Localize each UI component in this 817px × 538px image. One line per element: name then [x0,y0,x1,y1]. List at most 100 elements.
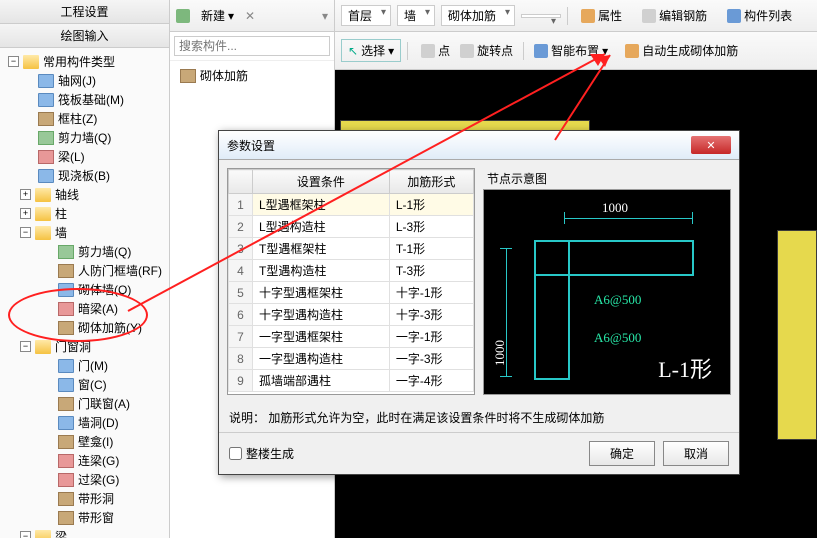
tree-item[interactable]: 剪力墙(Q) [0,128,169,147]
ok-button[interactable]: 确定 [589,441,655,466]
tree-item[interactable]: 连梁(G) [0,451,169,470]
panel-tab-project-settings[interactable]: 工程设置 [0,0,169,24]
btn-label: 编辑钢筋 [659,7,707,24]
tree-item[interactable]: 门联窗(A) [0,394,169,413]
tree-item[interactable]: 墙洞(D) [0,413,169,432]
cell-form[interactable]: 一字-4形 [389,370,473,392]
blank-dropdown[interactable] [521,14,561,18]
cell-form[interactable]: L-1形 [389,194,473,216]
collapse-icon[interactable]: − [8,56,19,67]
tree-item-masonry-rebar[interactable]: 砌体加筋(Y) [0,318,169,337]
cell-condition[interactable]: 一字型遇框架柱 [253,326,390,348]
table-row[interactable]: 2 L型遇构造柱 L-3形 [229,216,474,238]
tree-item[interactable]: 人防门框墙(RF) [0,261,169,280]
folder-icon [35,207,51,221]
edit-rebar-button[interactable]: 编辑钢筋 [635,4,714,27]
tree-label: 轴线 [55,186,79,203]
smart-layout-button[interactable]: 智能布置 ▾ [527,39,615,62]
cell-condition[interactable]: T型遇框架柱 [253,238,390,260]
filter-icon[interactable]: ▾ [322,9,328,23]
cell-condition[interactable]: L型遇构造柱 [253,216,390,238]
table-row[interactable]: 4 T型遇构造柱 T-3形 [229,260,474,282]
cell-form[interactable]: T-3形 [389,260,473,282]
new-button[interactable]: 新建 ▾ [194,4,241,27]
rotate-button[interactable]: 旋转点 [453,39,520,62]
tree-label: 窗(C) [78,376,107,393]
tree-item[interactable]: 现浇板(B) [0,166,169,185]
category-dropdown[interactable]: 墙 [397,5,435,26]
cell-form[interactable]: 十字-3形 [389,304,473,326]
table-row[interactable]: 7 一字型遇框架柱 一字-1形 [229,326,474,348]
table-row[interactable]: 9 孤墙端部遇柱 一字-4形 [229,370,474,392]
table-row[interactable]: 8 一字型遇构造柱 一字-3形 [229,348,474,370]
table-row[interactable]: 1 L型遇框架柱 L-1形 [229,194,474,216]
btn-label: 属性 [598,7,622,24]
tree-label: 剪力墙(Q) [78,243,131,260]
attribute-button[interactable]: 属性 [574,4,629,27]
cell-condition[interactable]: 十字型遇框架柱 [253,282,390,304]
cancel-button[interactable]: 取消 [663,441,729,466]
auto-generate-button[interactable]: 自动生成砌体加筋 [618,39,745,62]
tree-item[interactable]: 轴网(J) [0,71,169,90]
search-input[interactable] [174,36,330,56]
cell-form[interactable]: 一字-3形 [389,348,473,370]
dialog-title: 参数设置 [227,137,275,154]
tree-section-wall[interactable]: −墙 [0,223,169,242]
cell-condition[interactable]: 一字型遇构造柱 [253,348,390,370]
tree-section-beam[interactable]: −梁 [0,527,169,538]
list-item[interactable]: 砌体加筋 [176,65,328,86]
cell-condition[interactable]: L型遇框架柱 [253,194,390,216]
select-button[interactable]: ↖选择 ▾ [341,39,401,62]
tree-item[interactable]: 剪力墙(Q) [0,242,169,261]
collapse-icon[interactable]: − [20,227,31,238]
tree-section[interactable]: + 轴线 [0,185,169,204]
row-number: 3 [229,238,253,260]
table-row[interactable]: 3 T型遇框架柱 T-1形 [229,238,474,260]
expand-icon[interactable]: + [20,189,31,200]
tree-item[interactable]: 框柱(Z) [0,109,169,128]
tree-item[interactable]: 梁(L) [0,147,169,166]
tree-item[interactable]: 过梁(G) [0,470,169,489]
point-button[interactable]: 点 旋转点 智能布置 ▾ 自动生成砌体加筋 [414,36,752,65]
cell-condition[interactable]: T型遇构造柱 [253,260,390,282]
table-row[interactable]: 6 十字型遇构造柱 十字-3形 [229,304,474,326]
tree-item[interactable]: 窗(C) [0,375,169,394]
tree-item[interactable]: 门(M) [0,356,169,375]
cell-form[interactable]: L-3形 [389,216,473,238]
beam-icon [58,302,74,316]
delete-icon[interactable]: ✕ [245,9,255,23]
checkbox-input[interactable] [229,447,242,460]
tree-section[interactable]: +柱 [0,204,169,223]
cell-form[interactable]: 一字-1形 [389,326,473,348]
tree-item[interactable]: 壁龛(I) [0,432,169,451]
table-row[interactable]: 5 十字型遇框架柱 十字-1形 [229,282,474,304]
col-condition[interactable]: 设置条件 [253,170,390,194]
cell-condition[interactable]: 孤墙端部遇柱 [253,370,390,392]
tree-item[interactable]: 筏板基础(M) [0,90,169,109]
cell-form[interactable]: 十字-1形 [389,282,473,304]
col-form[interactable]: 加筋形式 [389,170,473,194]
tree-item[interactable]: 带形洞 [0,489,169,508]
whole-building-checkbox[interactable]: 整楼生成 [229,445,294,462]
tree-section-opening[interactable]: −门窗洞 [0,337,169,356]
floor-dropdown[interactable]: 首层 [341,5,391,26]
expand-icon[interactable]: + [20,208,31,219]
rotate-icon [460,44,474,58]
cell-form[interactable]: T-1形 [389,238,473,260]
collapse-icon[interactable]: − [20,341,31,352]
collapse-icon[interactable]: − [20,531,31,538]
component-list-button[interactable]: 构件列表 [720,4,799,27]
tree-label: 连梁(G) [78,452,119,469]
type-dropdown[interactable]: 砌体加筋 [441,5,515,26]
panel-tab-draw-input[interactable]: 绘图输入 [0,24,169,48]
rebar-edit-icon [642,9,656,23]
separator [567,7,568,25]
window-icon [58,378,74,392]
tree-item[interactable]: 暗梁(A) [0,299,169,318]
tree-root[interactable]: −常用构件类型 [0,52,169,71]
tree-item[interactable]: 砌体墙(Q) [0,280,169,299]
close-button[interactable]: ✕ [691,136,731,154]
btn-label: 旋转点 [477,42,513,59]
cell-condition[interactable]: 十字型遇构造柱 [253,304,390,326]
tree-item[interactable]: 带形窗 [0,508,169,527]
